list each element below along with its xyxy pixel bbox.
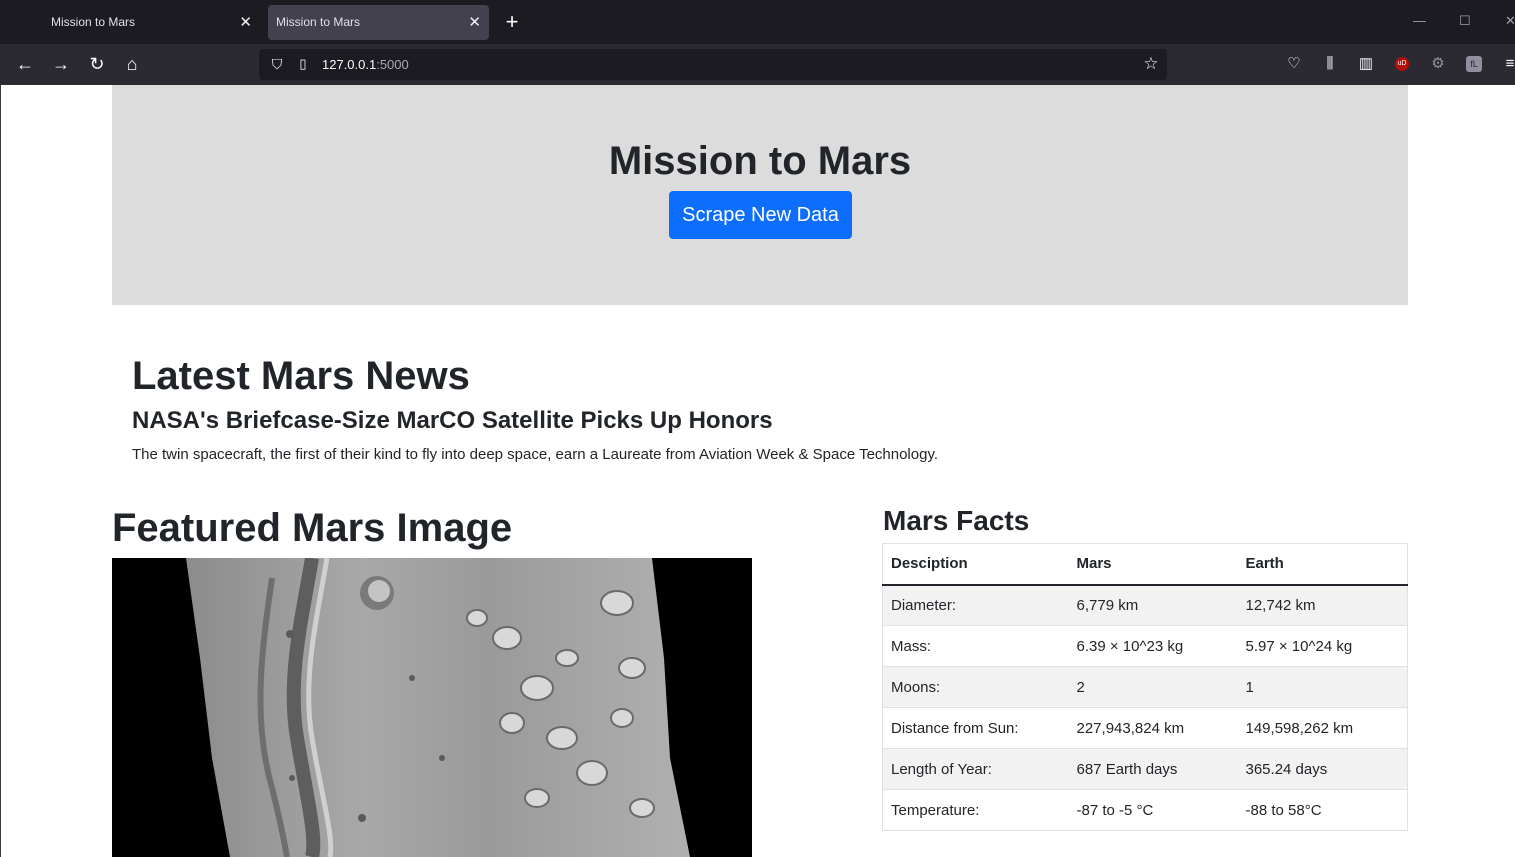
table-cell: 365.24 days xyxy=(1237,748,1408,790)
table-cell: Temperature: xyxy=(882,789,1069,831)
table-row: Diameter: 6,779 km 12,742 km xyxy=(882,584,1408,626)
page-title: Mission to Mars xyxy=(608,139,912,183)
mars-surface-image xyxy=(112,558,752,857)
table-cell: 149,598,262 km xyxy=(1237,707,1408,749)
news-paragraph: The twin spacecraft, the first of their … xyxy=(132,446,939,463)
arrow-left-icon[interactable]: ← xyxy=(14,53,36,75)
column-header: Mars xyxy=(1068,543,1238,586)
table-cell: 2 xyxy=(1068,666,1238,708)
browser-tab-bar: Mission to Mars ✕ Mission to Mars ✕ + — … xyxy=(0,0,1515,44)
table-cell: 6,779 km xyxy=(1068,584,1238,626)
library-icon[interactable]: ⫼ xyxy=(1319,53,1341,75)
table-row: Distance from Sun: 227,943,824 km 149,59… xyxy=(882,707,1408,749)
table-cell: -88 to 58°C xyxy=(1237,789,1408,831)
table-cell: 12,742 km xyxy=(1237,584,1408,626)
browser-tab[interactable]: Mission to Mars ✕ xyxy=(43,5,260,40)
page-content: Mission to Mars Scrape New Data Latest M… xyxy=(0,85,1515,857)
table-header-row: Desciption Mars Earth xyxy=(882,543,1408,586)
extension-badge: fL xyxy=(1466,56,1482,73)
star-icon[interactable]: ☆ xyxy=(1141,54,1161,74)
url-port: :5000 xyxy=(376,57,409,72)
home-icon[interactable]: ⌂ xyxy=(121,53,143,75)
arrow-right-icon[interactable]: → xyxy=(50,53,72,75)
shield-icon[interactable]: ⛉ xyxy=(267,54,287,74)
page-icon[interactable]: ▯ xyxy=(295,54,311,74)
url-text[interactable]: 127.0.0.1:5000 xyxy=(322,49,409,80)
reload-icon[interactable]: ↻ xyxy=(86,53,108,75)
table-row: Moons: 2 1 xyxy=(882,666,1408,708)
mars-facts-heading: Mars Facts xyxy=(883,505,1030,536)
url-bar[interactable]: ⛉ ▯ 127.0.0.1:5000 ☆ xyxy=(259,49,1167,80)
table-cell: 227,943,824 km xyxy=(1068,707,1238,749)
table-cell: 687 Earth days xyxy=(1068,748,1238,790)
tab-title: Mission to Mars xyxy=(51,15,136,29)
news-heading: Latest Mars News xyxy=(132,354,470,398)
pocket-icon[interactable]: ♡ xyxy=(1283,53,1305,75)
close-icon[interactable]: ✕ xyxy=(468,5,481,40)
table-cell: 1 xyxy=(1237,666,1408,708)
table-cell: Mass: xyxy=(882,625,1069,667)
table-cell: Moons: xyxy=(882,666,1069,708)
table-row: Length of Year: 687 Earth days 365.24 da… xyxy=(882,748,1408,790)
featured-mars-image xyxy=(112,558,752,857)
table-cell: 5.97 × 10^24 kg xyxy=(1237,625,1408,667)
minimize-icon[interactable]: — xyxy=(1413,10,1426,32)
column-header: Desciption xyxy=(882,543,1069,586)
table-cell: Distance from Sun: xyxy=(882,707,1069,749)
table-cell: Diameter: xyxy=(882,584,1069,626)
browser-tab-active[interactable]: Mission to Mars ✕ xyxy=(268,5,489,40)
close-icon[interactable]: ✕ xyxy=(239,5,252,40)
table-cell: Length of Year: xyxy=(882,748,1069,790)
extension-icon[interactable]: ⚙ xyxy=(1427,53,1449,75)
ublock-badge: uD xyxy=(1395,57,1409,72)
featured-image-heading: Featured Mars Image xyxy=(112,506,513,550)
sidebar-icon[interactable]: ▥ xyxy=(1355,53,1377,75)
news-title: NASA's Briefcase-Size MarCO Satellite Pi… xyxy=(132,407,773,434)
window-close-icon[interactable]: ✕ xyxy=(1505,10,1515,32)
ublock-icon[interactable]: uD xyxy=(1391,53,1413,75)
maximize-icon[interactable]: ☐ xyxy=(1459,10,1471,32)
jumbotron: Mission to Mars Scrape New Data xyxy=(112,85,1408,305)
extension-icon[interactable]: fL xyxy=(1463,53,1485,75)
table-row: Temperature: -87 to -5 °C -88 to 58°C xyxy=(882,789,1408,831)
table-cell: -87 to -5 °C xyxy=(1068,789,1238,831)
url-host: 127.0.0.1 xyxy=(322,57,377,72)
table-cell: 6.39 × 10^23 kg xyxy=(1068,625,1238,667)
table-row: Mass: 6.39 × 10^23 kg 5.97 × 10^24 kg xyxy=(882,625,1408,667)
mars-facts-table: Desciption Mars Earth Diameter: 6,779 km… xyxy=(882,543,1408,831)
scrape-new-data-button[interactable]: Scrape New Data xyxy=(669,191,852,239)
hamburger-menu-icon[interactable]: ≡ xyxy=(1499,53,1515,75)
new-tab-icon[interactable]: + xyxy=(501,9,523,35)
tab-title: Mission to Mars xyxy=(276,15,361,29)
column-header: Earth xyxy=(1237,543,1408,586)
